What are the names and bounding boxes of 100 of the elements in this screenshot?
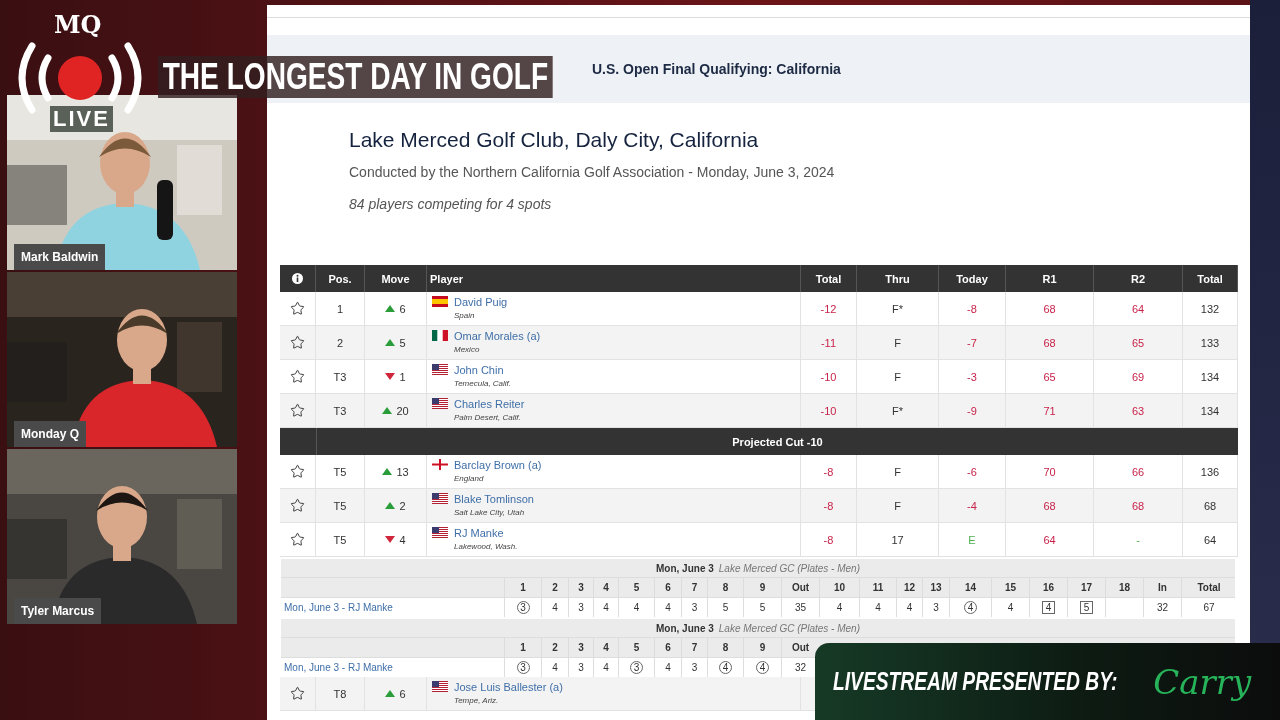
table-cell: -7 xyxy=(939,326,1006,359)
table-cell: -3 xyxy=(939,360,1006,393)
table-cell: 2 xyxy=(316,326,365,359)
table-cell: F* xyxy=(857,394,939,427)
stroke-score: 3 xyxy=(932,601,940,614)
player-location: Spain xyxy=(454,311,476,320)
table-cell: -12 xyxy=(801,292,857,325)
table-cell: 65 xyxy=(1094,326,1183,359)
table-cell: -11 xyxy=(801,326,857,359)
stroke-score: 5 xyxy=(758,601,767,614)
table-cell: -9 xyxy=(939,394,1006,427)
course-name: Lake Merced GC (Plates - Men) xyxy=(718,622,860,634)
favorite-star-icon[interactable] xyxy=(290,498,305,513)
player-link[interactable]: David Puig xyxy=(454,296,508,308)
table-cell: 134 xyxy=(1183,394,1238,427)
table-cell: T8 xyxy=(316,677,365,710)
player-link[interactable]: Barclay Brown (a) xyxy=(454,459,542,471)
table-cell: -8 xyxy=(939,292,1006,325)
table-cell: F* xyxy=(857,292,939,325)
table-cell: -6 xyxy=(939,455,1006,488)
stroke-score: 35 xyxy=(794,601,807,614)
sponsor-logo: Carry xyxy=(1153,661,1252,702)
table-cell: 68 xyxy=(1094,489,1183,522)
table-cell: 1 xyxy=(316,292,365,325)
course-name: Lake Merced GC (Plates - Men) xyxy=(718,562,860,574)
table-cell: 64 xyxy=(1006,523,1094,556)
table-cell: F xyxy=(857,360,939,393)
stroke-score: 4 xyxy=(664,661,672,674)
stroke-score: 4 xyxy=(632,601,641,614)
table-cell: -8 xyxy=(801,455,857,488)
stroke-score: 4 xyxy=(835,601,844,614)
stroke-score: 4 xyxy=(602,661,610,674)
move-value: 1 xyxy=(399,370,406,383)
table-cell: 64 xyxy=(1183,523,1238,556)
participant-name: Mark Baldwin xyxy=(14,244,106,270)
table-cell: 71 xyxy=(1006,394,1094,427)
player-link[interactable]: Jose Luis Ballester (a) xyxy=(454,681,563,693)
field-note: 84 players competing for 4 spots xyxy=(349,196,553,212)
table-cell: -4 xyxy=(939,489,1006,522)
table-cell: 134 xyxy=(1183,360,1238,393)
stroke-score: 32 xyxy=(1156,601,1169,614)
table-cell: E xyxy=(939,523,1006,556)
favorite-star-icon[interactable] xyxy=(290,403,305,418)
info-icon[interactable] xyxy=(292,273,303,284)
table-cell: 17 xyxy=(857,523,939,556)
player-location: Lakewood, Wash. xyxy=(454,542,518,551)
table-cell: -8 xyxy=(801,523,857,556)
participant-name: Monday Q xyxy=(14,421,86,447)
favorite-star-icon[interactable] xyxy=(290,369,305,384)
scorecard-link[interactable]: Mon, June 3 - RJ Manke xyxy=(281,658,504,677)
player-link[interactable]: Omar Morales (a) xyxy=(454,330,541,342)
table-cell: T3 xyxy=(316,394,365,427)
table-cell: 65 xyxy=(1006,360,1094,393)
favorite-star-icon[interactable] xyxy=(290,686,305,701)
event-subtitle: Conducted by the Northern California Golf Association - Monday, June 3, 2024 xyxy=(349,164,836,180)
table-cell: -8 xyxy=(801,489,857,522)
table-cell: 68 xyxy=(1006,292,1094,325)
move-value: 2 xyxy=(399,499,406,512)
table-cell: 64 xyxy=(1094,292,1183,325)
stroke-score: 4 xyxy=(1042,601,1055,614)
table-cell: 133 xyxy=(1183,326,1238,359)
stroke-score: 4 xyxy=(551,601,559,614)
table-cell: -10 xyxy=(801,394,857,427)
table-cell: T5 xyxy=(316,523,365,556)
table-cell: T3 xyxy=(316,360,365,393)
scorecard-link[interactable]: Mon, June 3 - RJ Manke xyxy=(281,598,504,617)
player-location: Temecula, Calif. xyxy=(454,379,512,388)
participant-name: Tyler Marcus xyxy=(14,598,102,624)
favorite-star-icon[interactable] xyxy=(290,464,305,479)
stroke-score: 5 xyxy=(721,601,730,614)
player-link[interactable]: Charles Reiter xyxy=(454,398,525,410)
sponsor-label: LIVESTREAM PRESENTED BY: xyxy=(833,666,1118,697)
table-cell: F xyxy=(857,455,939,488)
stroke-score: 3 xyxy=(690,661,699,674)
move-value: 20 xyxy=(396,404,409,417)
table-cell: T5 xyxy=(316,489,365,522)
player-location: Salt Lake City, Utah xyxy=(454,508,526,517)
table-cell: 63 xyxy=(1094,394,1183,427)
stroke-score: 4 xyxy=(1006,601,1015,614)
stroke-score: 32 xyxy=(794,661,807,674)
player-location: Mexico xyxy=(454,345,481,354)
stroke-score: 4 xyxy=(874,601,882,614)
table-cell: 132 xyxy=(1183,292,1238,325)
stroke-score: 3 xyxy=(577,661,585,674)
favorite-star-icon[interactable] xyxy=(290,532,305,547)
favorite-star-icon[interactable] xyxy=(290,335,305,350)
stroke-score: 3 xyxy=(577,601,585,614)
favorite-star-icon[interactable] xyxy=(290,301,305,316)
table-cell: 69 xyxy=(1094,360,1183,393)
table-cell: 68 xyxy=(1183,489,1238,522)
player-link[interactable]: RJ Manke xyxy=(454,527,518,539)
page-heading: U.S. Open Final Qualifying: California xyxy=(592,61,841,77)
player-link[interactable]: Blake Tomlinson xyxy=(454,493,534,505)
player-location: Tempe, Ariz. xyxy=(454,696,500,705)
show-title: THE LONGEST DAY IN GOLF xyxy=(158,56,553,98)
move-value: 13 xyxy=(396,465,409,478)
stroke-score: 4 xyxy=(602,601,610,614)
stroke-score: 3 xyxy=(690,601,699,614)
player-link[interactable]: John Chin xyxy=(454,364,512,376)
move-value: 6 xyxy=(399,302,406,315)
